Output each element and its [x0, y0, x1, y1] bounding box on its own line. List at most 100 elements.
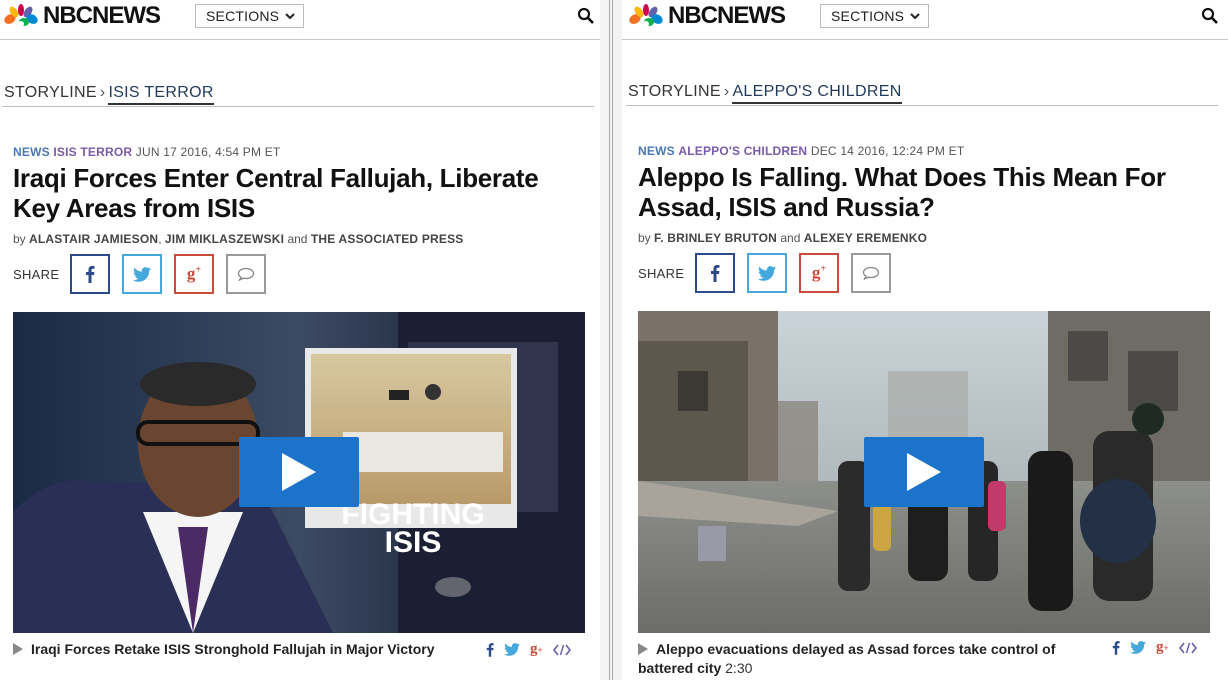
googleplus-icon: g+	[186, 264, 202, 283]
article-meta: NEWS ISIS TERROR JUN 17 2016, 4:54 PM ET	[13, 145, 280, 159]
play-icon	[907, 453, 941, 491]
chevron-down-icon	[285, 12, 295, 19]
tag-link[interactable]: ISIS TERROR	[53, 145, 132, 159]
byline-by: by	[638, 231, 651, 245]
article-date: DEC 14 2016, 12:24 PM ET	[810, 144, 965, 158]
googleplus-share-button[interactable]: g+	[799, 253, 839, 293]
twitter-icon	[133, 266, 151, 282]
video-share-icons: g +	[486, 641, 581, 658]
byline-by: by	[13, 232, 26, 246]
play-button[interactable]	[864, 437, 984, 507]
facebook-icon	[711, 265, 720, 282]
divider	[2, 106, 594, 107]
play-icon	[282, 453, 316, 491]
video-duration: 2:30	[725, 660, 753, 676]
video-caption-text: Aleppo evacuations delayed as Assad forc…	[638, 641, 1056, 676]
googleplus-icon: g+	[811, 263, 827, 282]
sections-menu-button[interactable]: SECTIONS	[820, 4, 930, 28]
divider-line	[609, 0, 610, 680]
breadcrumb: STORYLINE › ISIS TERROR	[4, 84, 214, 105]
storyline-topic-link[interactable]: ISIS TERROR	[108, 84, 214, 105]
article-headline: Iraqi Forces Enter Central Fallujah, Lib…	[13, 163, 539, 223]
comment-icon	[237, 267, 255, 281]
video-player[interactable]	[638, 311, 1210, 633]
video-caption-text: Iraqi Forces Retake ISIS Stronghold Fall…	[31, 641, 435, 657]
window-divider[interactable]	[600, 0, 622, 680]
search-icon[interactable]	[577, 7, 595, 25]
breadcrumb-chevron-icon: ›	[723, 83, 730, 100]
headline-line-2: Assad, ISIS and Russia?	[638, 192, 935, 222]
author-link[interactable]: ALEXEY EREMENKO	[804, 231, 927, 245]
storyline-topic-link[interactable]: ALEPPO'S CHILDREN	[732, 83, 902, 104]
facebook-icon	[86, 266, 95, 283]
twitter-share-button[interactable]	[122, 254, 162, 294]
play-button[interactable]	[239, 437, 359, 507]
facebook-share-button[interactable]	[70, 254, 110, 294]
site-header: NBCNEWS SECTIONS	[622, 0, 1228, 40]
chevron-down-icon	[910, 12, 920, 19]
video-overlay-text: ISIS	[385, 526, 442, 559]
category-link[interactable]: NEWS	[13, 145, 50, 159]
breadcrumb-chevron-icon: ›	[99, 84, 106, 101]
comment-button[interactable]	[851, 253, 891, 293]
play-small-icon	[13, 643, 23, 655]
brand-wordmark: NBCNEWS	[43, 2, 161, 29]
twitter-icon	[758, 265, 776, 281]
play-small-icon	[638, 643, 648, 655]
twitter-share-button[interactable]	[747, 253, 787, 293]
breadcrumb: STORYLINE › ALEPPO'S CHILDREN	[628, 83, 902, 104]
article-headline: Aleppo Is Falling. What Does This Mean F…	[638, 162, 1166, 222]
embed-code-icon[interactable]	[552, 644, 571, 656]
byline-and: and	[780, 231, 801, 245]
video-share-icons: g +	[1112, 639, 1207, 656]
share-bar: SHARE g+	[638, 253, 903, 293]
storyline-label[interactable]: STORYLINE	[628, 83, 721, 100]
nbc-peacock-icon	[629, 4, 663, 27]
tag-link[interactable]: ALEPPO'S CHILDREN	[678, 144, 807, 158]
divider-line	[612, 0, 613, 680]
facebook-share-button[interactable]	[695, 253, 735, 293]
browser-pane-right: NBCNEWS SECTIONS STORYLINE › ALEPPO'S CHIL…	[622, 0, 1228, 680]
googleplus-icon[interactable]: g +	[1156, 639, 1169, 656]
headline-line-1: Iraqi Forces Enter Central Fallujah, Lib…	[13, 163, 539, 193]
googleplus-share-button[interactable]: g+	[174, 254, 214, 294]
category-link[interactable]: NEWS	[638, 144, 675, 158]
byline-and: and	[287, 232, 308, 246]
author-link[interactable]: THE ASSOCIATED PRESS	[311, 232, 464, 246]
author-link[interactable]: ALASTAIR JAMIESON	[29, 232, 158, 246]
browser-pane-left: NBCNEWS SECTIONS STORYLINE › ISIS TERROR N…	[0, 0, 600, 680]
author-link[interactable]: JIM MIKLASZEWSKI	[165, 232, 284, 246]
nbc-peacock-icon	[4, 4, 38, 27]
comment-icon	[862, 266, 880, 280]
article-meta: NEWS ALEPPO'S CHILDREN DEC 14 2016, 12:2…	[638, 144, 964, 158]
headline-line-2: Key Areas from ISIS	[13, 193, 255, 223]
author-link[interactable]: F. BRINLEY BRUTON	[654, 231, 777, 245]
headline-line-1: Aleppo Is Falling. What Does This Mean F…	[638, 162, 1166, 192]
video-player[interactable]: FIGHTING ISIS	[13, 312, 585, 633]
share-label: SHARE	[13, 266, 60, 282]
sections-label: SECTIONS	[831, 8, 905, 24]
article-date: JUN 17 2016, 4:54 PM ET	[135, 145, 281, 159]
nbc-news-logo[interactable]: NBCNEWS	[2, 2, 161, 29]
embed-code-icon[interactable]	[1178, 642, 1197, 654]
byline: by F. BRINLEY BRUTON and ALEXEY EREMENKO	[638, 231, 927, 245]
video-caption[interactable]: Aleppo evacuations delayed as Assad forc…	[638, 640, 1098, 678]
author-separator: ,	[158, 232, 162, 246]
facebook-icon[interactable]	[1112, 640, 1120, 655]
share-bar: SHARE g+	[13, 254, 278, 294]
facebook-icon[interactable]	[486, 642, 494, 657]
storyline-label[interactable]: STORYLINE	[4, 84, 97, 101]
share-label: SHARE	[638, 265, 685, 281]
sections-label: SECTIONS	[206, 8, 280, 24]
video-caption[interactable]: Iraqi Forces Retake ISIS Stronghold Fall…	[13, 640, 460, 659]
search-icon[interactable]	[1201, 7, 1219, 25]
twitter-icon[interactable]	[1130, 641, 1146, 654]
googleplus-icon[interactable]: g +	[530, 641, 543, 658]
byline: by ALASTAIR JAMIESON, JIM MIKLASZEWSKI a…	[13, 232, 464, 246]
site-header: NBCNEWS SECTIONS	[0, 0, 600, 40]
nbc-news-logo[interactable]: NBCNEWS	[627, 3, 786, 29]
comment-button[interactable]	[226, 254, 266, 294]
divider	[626, 105, 1218, 106]
twitter-icon[interactable]	[504, 643, 520, 656]
sections-menu-button[interactable]: SECTIONS	[195, 4, 305, 28]
